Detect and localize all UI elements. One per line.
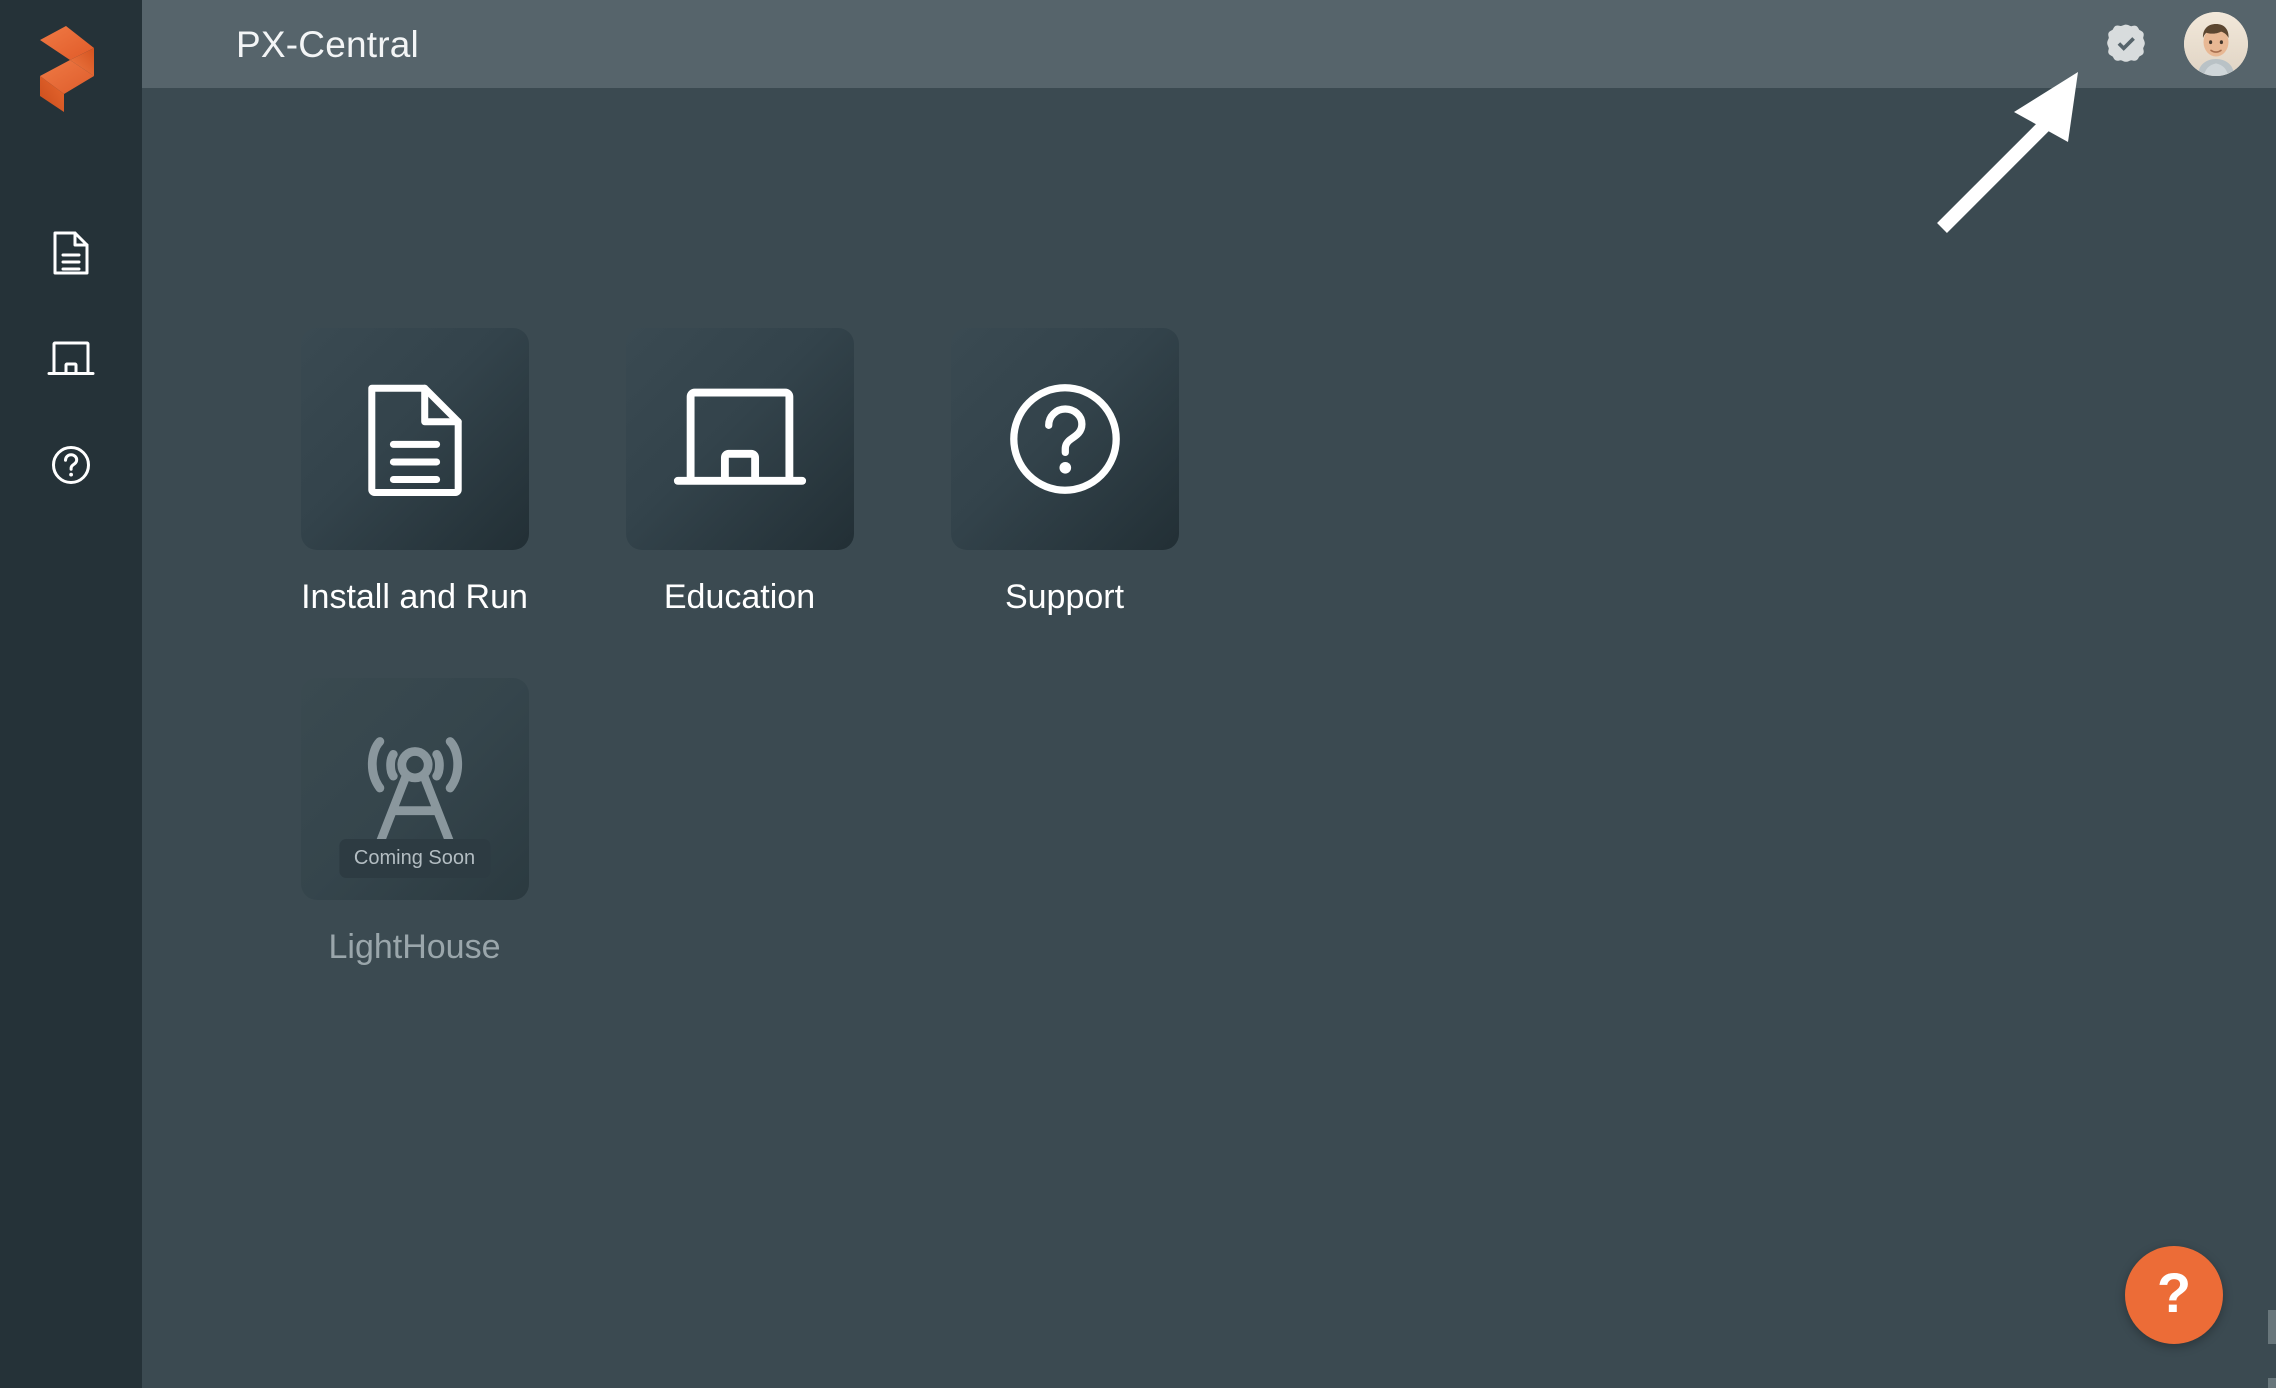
portworx-logo[interactable] (32, 22, 110, 114)
sidebar-nav-list (0, 200, 142, 518)
card-label-lighthouse: LightHouse (328, 928, 501, 966)
card-label-education: Education (663, 578, 816, 616)
help-circle-icon (1001, 375, 1129, 503)
card-lighthouse: Coming Soon LightHouse (252, 678, 577, 1028)
help-fab-button[interactable]: ? (2125, 1246, 2223, 1344)
user-avatar[interactable] (2184, 12, 2248, 76)
coming-soon-badge: Coming Soon (338, 839, 491, 878)
app-root: PX-Central Install and Run Education Sup… (0, 0, 2276, 1388)
help-question-icon: ? (2156, 1261, 2192, 1324)
edge-widget-sliver-bottom (2268, 1378, 2276, 1388)
help-circle-icon (49, 443, 93, 487)
edge-widget-sliver-top (2268, 1310, 2276, 1344)
app-header: PX-Central (142, 0, 2276, 88)
card-tile-install-and-run[interactable] (300, 328, 529, 550)
card-label-install-and-run: Install and Run (301, 578, 528, 616)
whiteboard-icon (47, 338, 95, 380)
card-education: Education (577, 328, 902, 678)
broadcast-tower-icon (344, 727, 486, 851)
sidebar-item-install-and-run[interactable] (0, 200, 142, 306)
card-tile-lighthouse[interactable]: Coming Soon (300, 678, 529, 900)
document-icon (361, 373, 469, 505)
right-column: PX-Central Install and Run Education Sup… (142, 0, 2276, 1388)
document-icon (51, 229, 91, 277)
verified-badge-icon[interactable] (2102, 20, 2150, 68)
card-tile-support[interactable] (950, 328, 1179, 550)
sidebar-item-education[interactable] (0, 306, 142, 412)
app-card-grid: Install and Run Education Support Coming… (252, 328, 1227, 1028)
card-install-and-run: Install and Run (252, 328, 577, 678)
main-content: Install and Run Education Support Coming… (142, 88, 2276, 1388)
sidebar (0, 0, 142, 1388)
card-tile-education[interactable] (625, 328, 854, 550)
page-title: PX-Central (236, 23, 419, 65)
card-support: Support (902, 328, 1227, 678)
whiteboard-icon (670, 378, 810, 500)
card-label-support: Support (1004, 578, 1125, 616)
header-actions (2102, 12, 2248, 76)
sidebar-item-support[interactable] (0, 412, 142, 518)
